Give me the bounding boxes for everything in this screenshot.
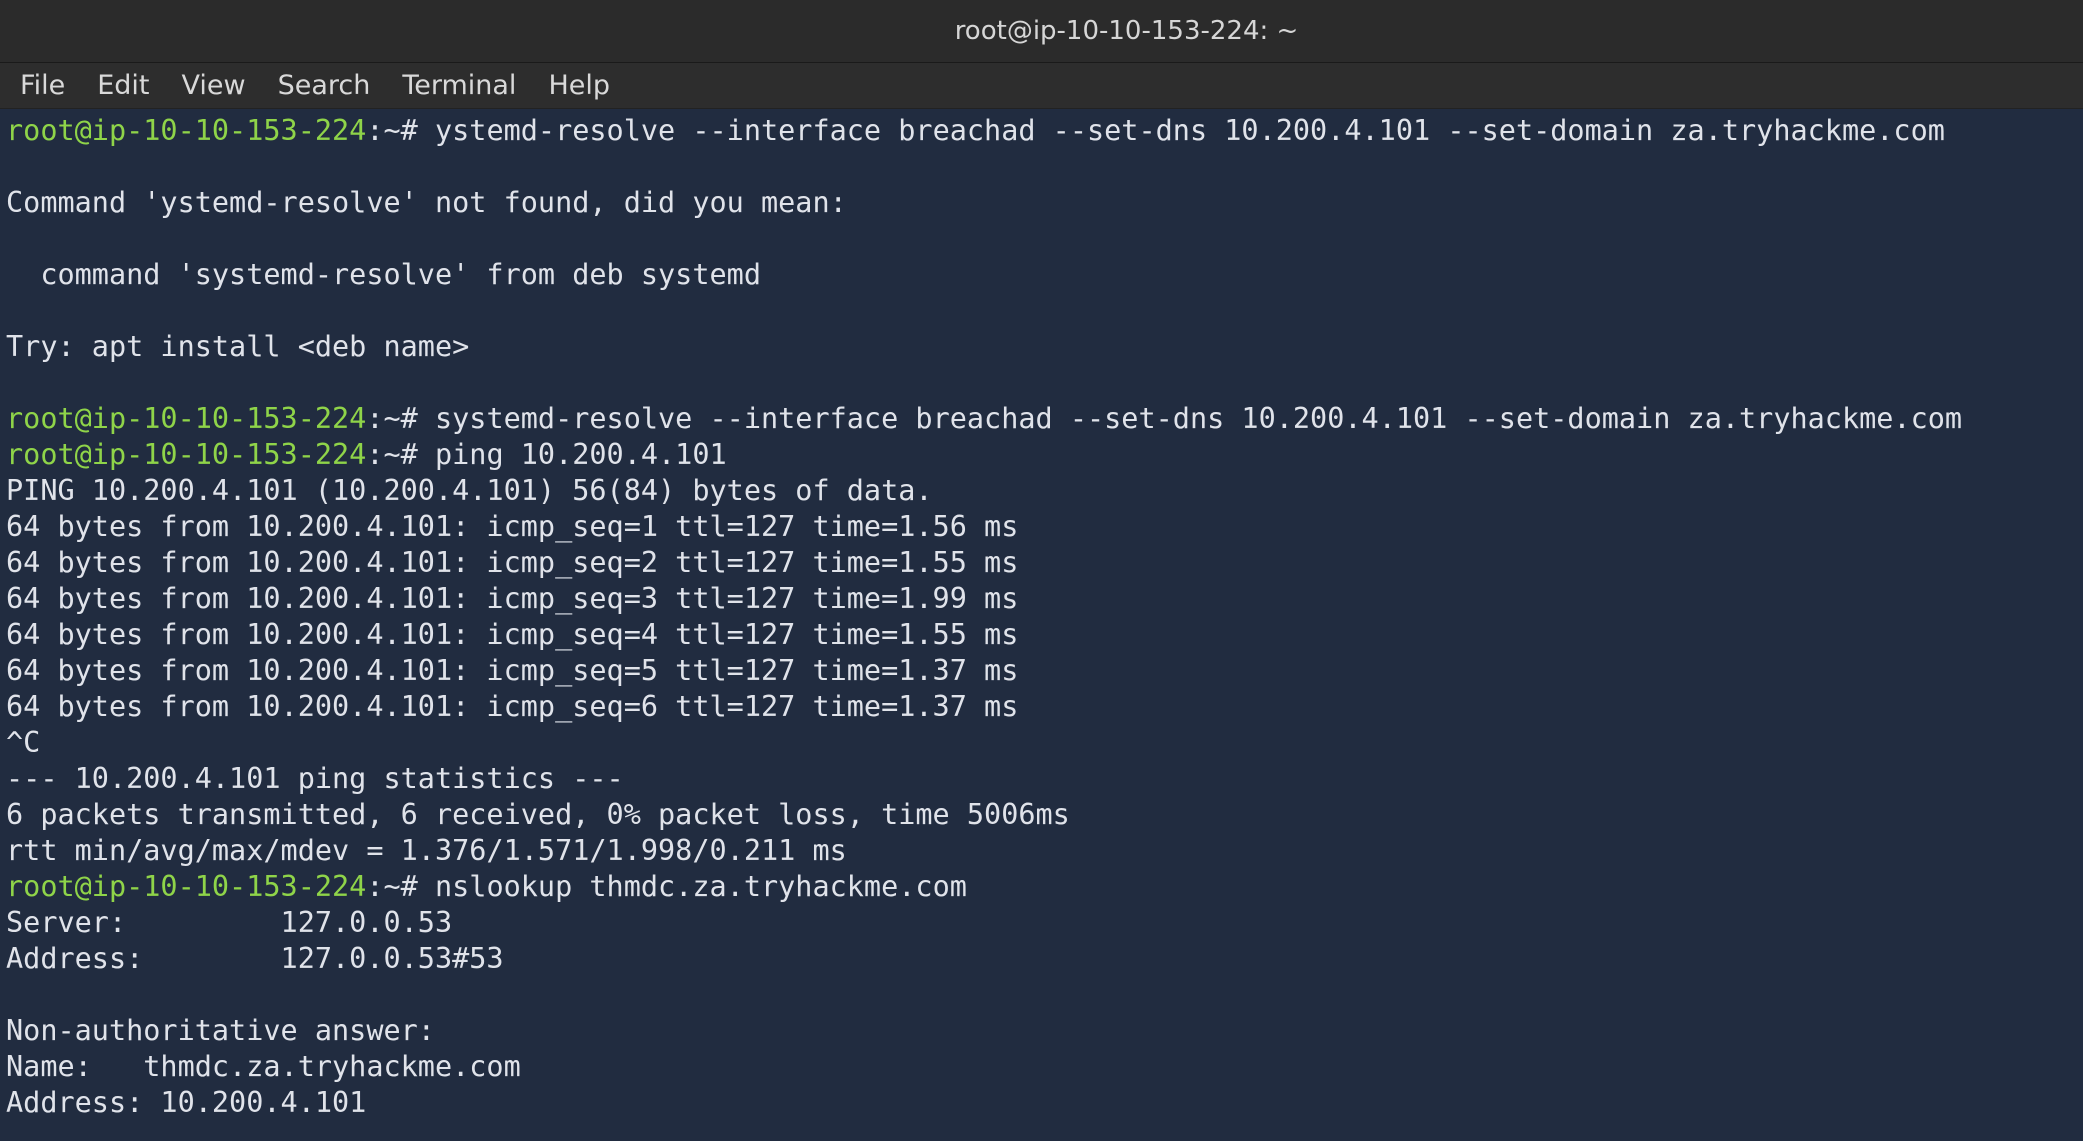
prompt-user: root@ip-10-10-153-224 (6, 870, 367, 903)
output-line: Server: 127.0.0.53 (6, 906, 453, 939)
command-text: ystemd-resolve --interface breachad --se… (434, 114, 1945, 147)
prompt-suffix: :~# (366, 438, 435, 471)
menu-bar: File Edit View Search Terminal Help (0, 63, 2083, 109)
output-line: ^C (6, 726, 41, 759)
command-text: systemd-resolve --interface breachad --s… (434, 402, 1963, 435)
title-bar[interactable]: root@ip-10-10-153-224: ~ (0, 0, 2083, 63)
prompt-suffix: :~# (366, 870, 435, 903)
prompt-user: root@ip-10-10-153-224 (6, 402, 367, 435)
output-line: 6 packets transmitted, 6 received, 0% pa… (6, 798, 1070, 831)
command-line: root@ip-10-10-153-224:~# systemd-resolve… (6, 401, 2083, 437)
output-line: Non-authoritative answer: (6, 1014, 435, 1047)
menu-file[interactable]: File (8, 66, 77, 105)
menu-help[interactable]: Help (536, 66, 622, 105)
menu-edit[interactable]: Edit (85, 66, 161, 105)
prompt-suffix: :~# (366, 114, 435, 147)
output-line: PING 10.200.4.101 (10.200.4.101) 56(84) … (6, 474, 933, 507)
window-title: root@ip-10-10-153-224: ~ (954, 16, 1299, 46)
output-line: 64 bytes from 10.200.4.101: icmp_seq=6 t… (6, 690, 1019, 723)
output-line: Address: 127.0.0.53#53 (6, 942, 504, 975)
command-line: root@ip-10-10-153-224:~# ping 10.200.4.1… (6, 437, 2083, 473)
output-line: 64 bytes from 10.200.4.101: icmp_seq=5 t… (6, 654, 1019, 687)
prompt-suffix: :~# (366, 402, 435, 435)
output-line: Address: 10.200.4.101 (6, 1086, 367, 1119)
terminal-window: root@ip-10-10-153-224: ~ File Edit View … (0, 0, 2083, 1141)
output-line: 64 bytes from 10.200.4.101: icmp_seq=1 t… (6, 510, 1019, 543)
output-line: command 'systemd-resolve' from deb syste… (6, 258, 761, 291)
command-text: nslookup thmdc.za.tryhackme.com (434, 870, 967, 903)
command-line: root@ip-10-10-153-224:~# ystemd-resolve … (6, 113, 2083, 149)
menu-view[interactable]: View (169, 66, 257, 105)
prompt-user: root@ip-10-10-153-224 (6, 438, 367, 471)
output-line: 64 bytes from 10.200.4.101: icmp_seq=4 t… (6, 618, 1019, 651)
output-line: Command 'ystemd-resolve' not found, did … (6, 186, 847, 219)
prompt-user: root@ip-10-10-153-224 (6, 114, 367, 147)
menu-search[interactable]: Search (266, 66, 383, 105)
command-line: root@ip-10-10-153-224:~# nslookup thmdc.… (6, 869, 2083, 905)
command-text: ping 10.200.4.101 (434, 438, 727, 471)
output-line: 64 bytes from 10.200.4.101: icmp_seq=3 t… (6, 582, 1019, 615)
output-line: 64 bytes from 10.200.4.101: icmp_seq=2 t… (6, 546, 1019, 579)
terminal-output[interactable]: root@ip-10-10-153-224:~# ystemd-resolve … (0, 109, 2083, 1141)
output-line: rtt min/avg/max/mdev = 1.376/1.571/1.998… (6, 834, 847, 867)
output-line: --- 10.200.4.101 ping statistics --- (6, 762, 624, 795)
output-line: Name: thmdc.za.tryhackme.com (6, 1050, 521, 1083)
menu-terminal[interactable]: Terminal (390, 66, 528, 105)
output-line: Try: apt install <deb name> (6, 330, 470, 363)
